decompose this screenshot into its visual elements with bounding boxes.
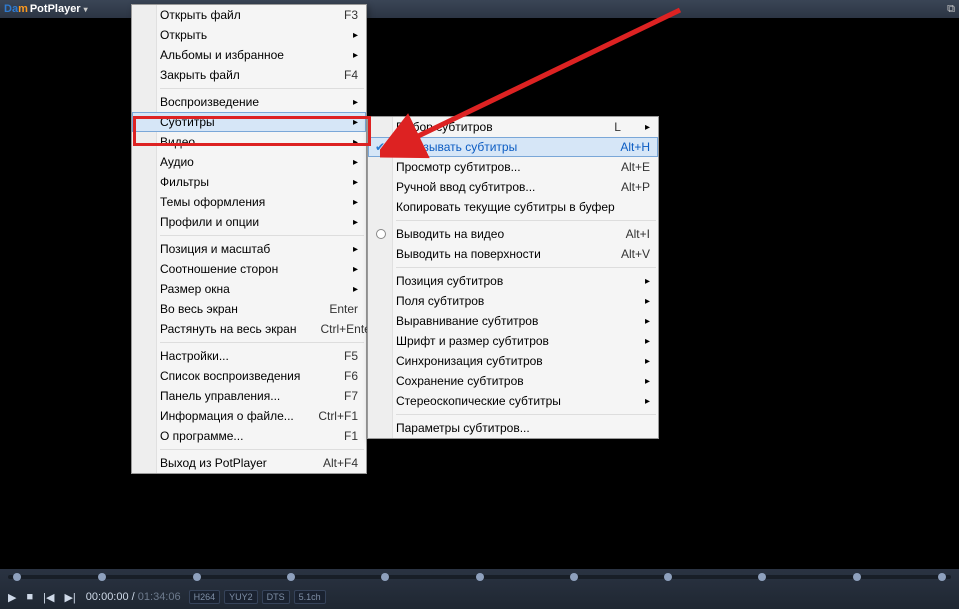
submenu-show-subs[interactable]: ✔ Показывать субтитрыAlt+H xyxy=(368,137,658,157)
submenu-save[interactable]: Сохранение субтитров▸ xyxy=(368,371,658,391)
menu-video[interactable]: Видео▸ xyxy=(132,132,366,152)
submenu-on-video[interactable]: Выводить на видеоAlt+I xyxy=(368,224,658,244)
radio-icon xyxy=(376,229,386,239)
menu-file-info[interactable]: Информация о файле...Ctrl+F1 xyxy=(132,406,366,426)
title-dropdown-icon[interactable]: ▾ xyxy=(84,5,88,14)
submenu-copy-subs[interactable]: Копировать текущие субтитры в буфер xyxy=(368,197,658,217)
menu-fullscreen[interactable]: Во весь экранEnter xyxy=(132,299,366,319)
menu-playback[interactable]: Воспроизведение▸ xyxy=(132,92,366,112)
menu-subtitles[interactable]: Субтитры▸ xyxy=(132,112,366,132)
next-button[interactable]: ▶| xyxy=(64,591,75,604)
submenu-params[interactable]: Параметры субтитров... xyxy=(368,418,658,438)
submenu-font[interactable]: Шрифт и размер субтитров▸ xyxy=(368,331,658,351)
menu-winsize[interactable]: Размер окна▸ xyxy=(132,279,366,299)
submenu-select-subs[interactable]: Выбор субтитровL▸ xyxy=(368,117,658,137)
pin-button[interactable]: ⧉ xyxy=(947,3,955,16)
play-button[interactable]: ▶ xyxy=(8,591,16,604)
menu-filters[interactable]: Фильтры▸ xyxy=(132,172,366,192)
submenu-browse-subs[interactable]: Просмотр субтитров...Alt+E xyxy=(368,157,658,177)
timecode: 00:00:00 / 01:34:06 xyxy=(86,591,181,603)
stop-button[interactable]: ■ xyxy=(26,591,33,603)
menu-albums[interactable]: Альбомы и избранное▸ xyxy=(132,45,366,65)
submenu-sync[interactable]: Синхронизация субтитров▸ xyxy=(368,351,658,371)
check-icon: ✔ xyxy=(375,140,385,154)
codec-badges: H264 YUY2 DTS 5.1ch xyxy=(189,590,326,604)
prev-button[interactable]: |◀ xyxy=(43,591,54,604)
menu-pos-scale[interactable]: Позиция и масштаб▸ xyxy=(132,239,366,259)
submenu-manual-subs[interactable]: Ручной ввод субтитров...Alt+P xyxy=(368,177,658,197)
submenu-margins[interactable]: Поля субтитров▸ xyxy=(368,291,658,311)
menu-audio[interactable]: Аудио▸ xyxy=(132,152,366,172)
menu-profiles[interactable]: Профили и опции▸ xyxy=(132,212,366,232)
menu-prefs[interactable]: Настройки...F5 xyxy=(132,346,366,366)
menu-aspect[interactable]: Соотношение сторон▸ xyxy=(132,259,366,279)
menu-stretch[interactable]: Растянуть на весь экранCtrl+Enter xyxy=(132,319,366,339)
submenu-align[interactable]: Выравнивание субтитров▸ xyxy=(368,311,658,331)
app-title: PotPlayer xyxy=(30,3,81,15)
menu-open-file[interactable]: Открыть файлF3 xyxy=(132,5,366,25)
menu-about[interactable]: О программе...F1 xyxy=(132,426,366,446)
menu-skins[interactable]: Темы оформления▸ xyxy=(132,192,366,212)
menu-ctrl-panel[interactable]: Панель управления...F7 xyxy=(132,386,366,406)
menu-close-file[interactable]: Закрыть файлF4 xyxy=(132,65,366,85)
controls-bar: ▶ ■ |◀ ▶| 00:00:00 / 01:34:06 H264 YUY2 … xyxy=(0,569,959,609)
app-logo: Dam PotPlayer ▾ xyxy=(4,3,88,15)
menu-exit[interactable]: Выход из PotPlayerAlt+F4 xyxy=(132,453,366,473)
submenu-position[interactable]: Позиция субтитров▸ xyxy=(368,271,658,291)
menu-open[interactable]: Открыть▸ xyxy=(132,25,366,45)
submenu-stereo[interactable]: Стереоскопические субтитры▸ xyxy=(368,391,658,411)
seekbar[interactable] xyxy=(0,569,959,585)
submenu-on-surface[interactable]: Выводить на поверхностиAlt+V xyxy=(368,244,658,264)
menu-playlist[interactable]: Список воспроизведенияF6 xyxy=(132,366,366,386)
context-menu-subtitles: Выбор субтитровL▸ ✔ Показывать субтитрыA… xyxy=(367,116,659,439)
context-menu-main: Открыть файлF3 Открыть▸ Альбомы и избран… xyxy=(131,4,367,474)
